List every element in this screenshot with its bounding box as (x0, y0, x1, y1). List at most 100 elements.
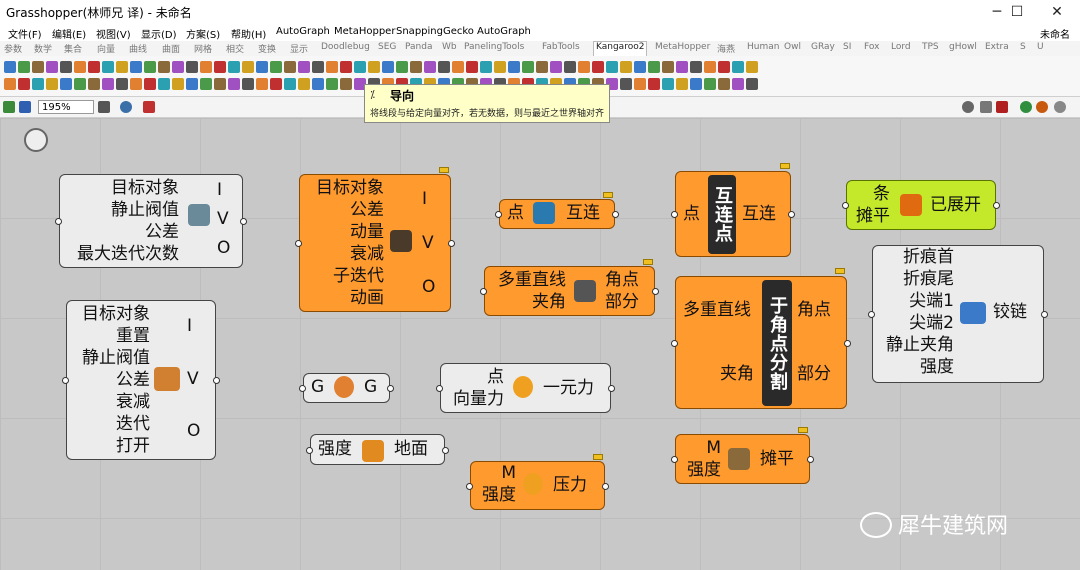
component-tool-icon[interactable] (648, 78, 660, 90)
tab-fox[interactable]: Fox (864, 42, 879, 52)
component-tool-icon[interactable] (256, 78, 268, 90)
component-tool-icon[interactable] (410, 61, 422, 73)
input-grip[interactable] (466, 482, 473, 490)
component-tool-icon[interactable] (368, 61, 380, 73)
component-tool-icon[interactable] (676, 78, 688, 90)
input-grip[interactable] (495, 211, 502, 218)
preview-mode-icon[interactable] (962, 101, 974, 113)
tab-params[interactable]: 参数 (4, 42, 22, 55)
menu-display[interactable]: 显示(D) (141, 26, 177, 41)
component-tool-icon[interactable] (60, 61, 72, 73)
component-tool-icon[interactable] (18, 61, 30, 73)
menu-solution[interactable]: 方案(S) (186, 26, 220, 41)
component-tool-icon[interactable] (256, 61, 268, 73)
output-grip[interactable] (788, 211, 795, 218)
tab-transform[interactable]: 变换 (258, 42, 276, 55)
component-tool-icon[interactable] (704, 78, 716, 90)
component-tool-icon[interactable] (718, 61, 730, 73)
component-tool-icon[interactable] (116, 78, 128, 90)
selected-only-icon[interactable] (1020, 101, 1032, 113)
component-tool-icon[interactable] (4, 78, 16, 90)
tab-mesh[interactable]: 网格 (194, 42, 212, 55)
component-tool-icon[interactable] (592, 61, 604, 73)
component-tool-icon[interactable] (144, 78, 156, 90)
tab-surface[interactable]: 曲面 (162, 42, 180, 55)
tab-sets[interactable]: 集合 (64, 42, 82, 55)
component-tool-icon[interactable] (508, 61, 520, 73)
input-grip[interactable] (868, 311, 875, 318)
component-tool-icon[interactable] (452, 61, 464, 73)
component-tool-icon[interactable] (270, 61, 282, 73)
output-grip[interactable] (387, 385, 394, 392)
tab-ghowl[interactable]: gHowl (949, 42, 977, 52)
component-tool-icon[interactable] (228, 78, 240, 90)
output-grip[interactable] (448, 240, 455, 247)
close-button[interactable]: ✕ (1037, 0, 1077, 24)
component-tool-icon[interactable] (676, 61, 688, 73)
component-tool-icon[interactable] (550, 61, 562, 73)
component-tool-icon[interactable] (634, 61, 646, 73)
component-tool-icon[interactable] (340, 61, 352, 73)
component-tool-icon[interactable] (228, 61, 240, 73)
colour-preview-icon[interactable] (1036, 101, 1048, 113)
component-tool-icon[interactable] (354, 61, 366, 73)
component-tool-icon[interactable] (732, 61, 744, 73)
tab-si[interactable]: SI (843, 42, 851, 52)
component-tool-icon[interactable] (620, 78, 632, 90)
tab-extra[interactable]: Extra (985, 42, 1009, 52)
input-grip[interactable] (55, 218, 62, 225)
component-tool-icon[interactable] (298, 78, 310, 90)
input-grip[interactable] (671, 211, 678, 218)
preview-eye-icon[interactable] (120, 101, 132, 113)
tab-vector[interactable]: 向量 (97, 42, 115, 55)
component-tool-icon[interactable] (536, 61, 548, 73)
output-grip[interactable] (213, 377, 220, 384)
input-grip[interactable] (299, 385, 306, 392)
component-tool-icon[interactable] (102, 78, 114, 90)
output-grip[interactable] (844, 339, 851, 347)
component-tool-icon[interactable] (284, 78, 296, 90)
tab-fabtools[interactable]: FabTools (542, 42, 580, 52)
output-grip[interactable] (240, 218, 247, 225)
component-tool-icon[interactable] (312, 78, 324, 90)
menu-file[interactable]: 文件(F) (8, 26, 42, 41)
output-grip[interactable] (807, 456, 814, 463)
navigation-compass-icon[interactable] (24, 128, 48, 152)
component-tool-icon[interactable] (424, 61, 436, 73)
input-grip[interactable] (842, 202, 849, 209)
tab-maths[interactable]: 数学 (34, 42, 52, 55)
component-tool-icon[interactable] (620, 61, 632, 73)
component-tool-icon[interactable] (690, 61, 702, 73)
component-tool-icon[interactable] (18, 78, 30, 90)
component-tool-icon[interactable] (606, 61, 618, 73)
component-tool-icon[interactable] (32, 61, 44, 73)
component-tool-icon[interactable] (718, 78, 730, 90)
component-tool-icon[interactable] (312, 61, 324, 73)
menu-edit[interactable]: 编辑(E) (52, 26, 86, 41)
shaded-icon[interactable] (996, 101, 1008, 113)
tab-curve[interactable]: 曲线 (129, 42, 147, 55)
maximize-button[interactable]: ☐ (997, 0, 1037, 24)
tab-u[interactable]: U (1037, 42, 1044, 52)
input-grip[interactable] (671, 339, 678, 347)
component-tool-icon[interactable] (130, 61, 142, 73)
component-tool-icon[interactable] (186, 61, 198, 73)
component-tool-icon[interactable] (200, 61, 212, 73)
component-tool-icon[interactable] (746, 78, 758, 90)
component-tool-icon[interactable] (46, 78, 58, 90)
component-tool-icon[interactable] (186, 78, 198, 90)
input-grip[interactable] (295, 240, 302, 247)
menu-autograph[interactable]: AutoGraph (276, 26, 330, 37)
component-tool-icon[interactable] (732, 78, 744, 90)
tab-display[interactable]: 显示 (290, 42, 308, 55)
component-tool-icon[interactable] (74, 61, 86, 73)
output-grip[interactable] (602, 482, 609, 490)
component-tool-icon[interactable] (466, 61, 478, 73)
tab-doodlebug[interactable]: Doodlebug (321, 42, 370, 52)
split-at-corners-component[interactable] (675, 276, 847, 409)
component-tool-icon[interactable] (172, 78, 184, 90)
zoom-dropdown[interactable]: 195% (38, 100, 94, 114)
input-grip[interactable] (436, 385, 443, 392)
settings-icon[interactable] (1054, 101, 1066, 113)
component-tool-icon[interactable] (662, 61, 674, 73)
